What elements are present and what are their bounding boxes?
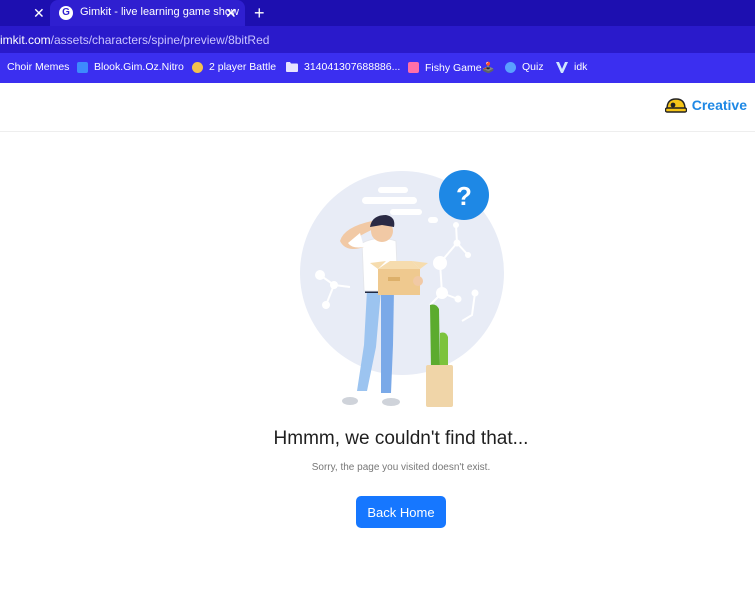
bookmark-label: 2 player Battle: [209, 61, 277, 73]
bookmark-favicon-icon: [408, 62, 419, 73]
tab-gimkit[interactable]: G Gimkit - live learning game show ✕: [50, 0, 245, 26]
error-heading: Hmmm, we couldn't find that...: [273, 428, 529, 449]
svg-text:?: ?: [456, 181, 472, 211]
url-path: /assets/characters/spine/preview/8bitRed: [50, 33, 270, 47]
bookmark-label: 314041307688886...: [304, 61, 401, 73]
tab-title: Gimkit - live learning game show: [80, 6, 239, 18]
bookmark-choir-memes[interactable]: Choir Memes: [7, 61, 69, 73]
error-subtext: Sorry, the page you visited doesn't exis…: [311, 462, 491, 473]
bookmark-label: Quiz: [522, 61, 544, 73]
bookmark-label: Choir Memes: [7, 61, 70, 73]
bookmark-label: Fishy Game🕹️: [425, 62, 495, 74]
url-text[interactable]: imkit.com/assets/characters/spine/previe…: [0, 33, 269, 47]
creative-link[interactable]: Creative: [664, 96, 747, 114]
bookmark-blook[interactable]: Blook.Gim.Oz.Nitro: [77, 61, 184, 73]
helmet-icon: [664, 98, 687, 113]
back-home-button[interactable]: Back Home: [356, 496, 446, 528]
bookmark-quiz[interactable]: Quiz: [505, 61, 544, 73]
url-host: imkit.com: [0, 33, 51, 47]
bookmark-2-player-battle[interactable]: 2 player Battle: [192, 61, 276, 73]
v-logo-icon: [556, 61, 568, 73]
creative-label: Creative: [691, 97, 747, 113]
address-bar[interactable]: imkit.com/assets/characters/spine/previe…: [0, 26, 755, 53]
gimkit-favicon-icon: G: [59, 6, 73, 20]
tab-strip: ✕ G Gimkit - live learning game show ✕ +: [0, 0, 755, 26]
bookmark-folder[interactable]: 314041307688886...: [286, 61, 400, 73]
folder-icon: [286, 62, 298, 72]
bookmark-favicon-icon: [77, 61, 88, 73]
bookmark-idk[interactable]: idk: [556, 61, 587, 73]
close-icon[interactable]: ✕: [225, 6, 237, 20]
bookmark-favicon-icon: [192, 61, 203, 73]
tab-previous[interactable]: ✕: [0, 0, 50, 26]
page-header: Creative: [0, 83, 755, 132]
bookmark-favicon-icon: [505, 61, 516, 73]
not-found-illustration: ?: [300, 170, 504, 407]
close-icon[interactable]: ✕: [33, 6, 45, 20]
bookmark-fishy-game[interactable]: Fishy Game🕹️: [408, 61, 495, 74]
bookmark-label: Blook.Gim.Oz.Nitro: [94, 61, 184, 73]
new-tab-icon[interactable]: +: [254, 4, 265, 22]
bookmarks-bar: Choir Memes Blook.Gim.Oz.Nitro 2 player …: [0, 53, 755, 83]
bookmark-label: idk: [574, 61, 588, 73]
